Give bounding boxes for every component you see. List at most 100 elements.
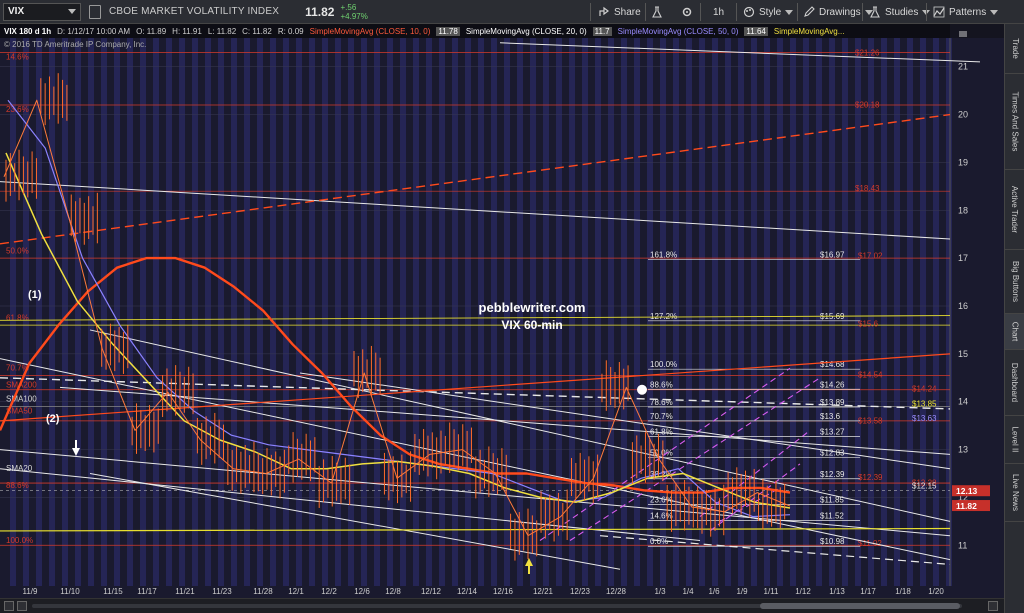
sma50-legend[interactable]: SimpleMovingAvg (CLOSE, 50, 0)	[618, 27, 739, 36]
x-axis-label: 11/17	[137, 587, 157, 596]
session-stripe	[296, 38, 302, 586]
retracement-percent: 100.0%	[650, 360, 677, 369]
tab-active-trader[interactable]: Active Trader	[1005, 170, 1024, 250]
x-axis-label: 12/23	[570, 587, 591, 596]
timeframe-label: 1h	[713, 6, 725, 18]
x-axis-label: 12/8	[385, 587, 401, 596]
right-fib-value: $12.39	[858, 473, 883, 482]
symbol-selector[interactable]: VIX	[3, 2, 81, 21]
left-fib-label: 61.8%	[6, 313, 29, 322]
tab-label: Active Trader	[1010, 185, 1020, 234]
price-chart[interactable]: 212019181716151413121111/9 11/10 11/15 11/1…	[0, 38, 1004, 598]
marker-dot	[637, 384, 647, 395]
session-stripe	[179, 38, 185, 586]
session-stripe	[244, 38, 250, 586]
x-axis-label: 12/14	[457, 587, 478, 596]
session-stripe	[166, 38, 172, 586]
left-fib-label: 100.0%	[6, 536, 33, 545]
sma20-right-value: $12.15	[912, 481, 937, 490]
session-stripe	[192, 38, 198, 586]
scrollbar-thumb[interactable]	[760, 603, 960, 609]
session-stripe	[270, 38, 276, 586]
tab-chart[interactable]: Chart	[1005, 314, 1024, 350]
retracement-value: $11.52	[820, 511, 844, 520]
session-stripe	[439, 38, 445, 586]
session-stripe	[400, 38, 406, 586]
session-stripe	[49, 38, 55, 586]
toolbar-divider	[645, 3, 646, 21]
style-button[interactable]: Style	[743, 0, 794, 24]
zoom-out-button[interactable]	[4, 601, 14, 611]
watermark-line-1: pebblewriter.com	[479, 300, 586, 315]
expand-button[interactable]	[988, 601, 998, 611]
bar-range: R: 0.09	[277, 26, 304, 36]
x-axis-label: 1/9	[736, 587, 748, 596]
zoom-in-button[interactable]	[17, 601, 27, 611]
sma-more-legend[interactable]: SimpleMovingAvg...	[774, 27, 845, 36]
studies-label: Studies	[885, 6, 919, 18]
session-stripe	[387, 38, 393, 586]
studies-button[interactable]: Studies	[869, 0, 931, 24]
watermark-line-2: VIX 60-min	[501, 318, 562, 332]
right-fib-value: $21.26	[855, 49, 880, 58]
tab-live-news[interactable]: Live News	[1005, 464, 1024, 522]
session-stripe	[374, 38, 380, 586]
x-axis-label: 1/12	[795, 587, 811, 596]
bar-high: H: 11.91	[172, 26, 202, 36]
y-axis-label: 17	[958, 253, 968, 263]
session-stripe	[465, 38, 471, 586]
percent-change: +4.97%	[340, 11, 368, 21]
tab-trade[interactable]: Trade	[1005, 24, 1024, 74]
settings-button[interactable]	[681, 0, 693, 24]
tab-times-and-sales[interactable]: Times And Sales	[1005, 74, 1024, 170]
tab-level-ii[interactable]: Level II	[1005, 416, 1024, 464]
session-stripe	[348, 38, 354, 586]
x-axis-label: 11/21	[175, 587, 195, 596]
session-stripe	[426, 38, 432, 586]
wave-label-2: (2)	[46, 413, 60, 425]
session-stripe	[920, 38, 926, 586]
studies-flask-button[interactable]	[651, 0, 663, 24]
session-stripe	[36, 38, 42, 586]
session-stripe	[933, 38, 939, 586]
session-stripe	[621, 38, 627, 586]
sma50-value: 11.64	[744, 26, 768, 36]
collapse-legend-icon[interactable]	[958, 26, 968, 37]
session-stripe	[309, 38, 315, 586]
current-price-tag: 11.82	[956, 501, 977, 511]
patterns-icon	[933, 6, 945, 18]
symbol-info-icon[interactable]	[89, 4, 101, 19]
y-axis-label: 19	[958, 157, 968, 167]
patterns-button[interactable]: Patterns	[933, 0, 999, 24]
toolbar-divider	[926, 3, 927, 21]
sma10-legend[interactable]: SimpleMovingAvg (CLOSE, 10, 0)	[310, 27, 431, 36]
chart-scrollbar-strip	[0, 598, 1004, 613]
tab-big-buttons[interactable]: Big Buttons	[1005, 250, 1024, 314]
session-stripe	[218, 38, 224, 586]
session-stripe	[608, 38, 614, 586]
tab-label: Trade	[1010, 38, 1020, 59]
thinkorswim-chart-window: VIX CBOE MARKET VOLATILITY INDEX 11.82 +…	[0, 0, 1024, 613]
tab-dashboard[interactable]: Dashboard	[1005, 350, 1024, 416]
toolbar-divider	[797, 3, 798, 21]
x-axis-label: 1/20	[928, 587, 944, 596]
share-button[interactable]: Share	[598, 0, 641, 24]
sma20-legend[interactable]: SimpleMovingAvg (CLOSE, 20, 0)	[466, 27, 587, 36]
session-stripe	[855, 38, 861, 586]
session-stripe	[231, 38, 237, 586]
session-stripe	[153, 38, 159, 586]
retracement-percent: 50.0%	[650, 449, 673, 458]
session-stripe	[881, 38, 887, 586]
x-axis-label: 11/10	[60, 587, 80, 596]
bar-low: L: 11.82	[207, 26, 237, 36]
bar-date: D: 1/12/17 10:00 AM	[57, 26, 131, 36]
right-fib-value: $18.43	[855, 184, 880, 193]
right-fib-value: $14.54	[858, 370, 883, 379]
right-fib-value: $15.6	[858, 320, 879, 329]
retracement-percent: 88.6%	[650, 380, 673, 389]
x-axis-label: 11/23	[212, 587, 232, 596]
x-axis-label: 12/12	[421, 587, 442, 596]
style-label: Style	[759, 6, 782, 18]
symbol-text: VIX	[8, 6, 25, 17]
timeframe-button[interactable]: 1h	[713, 0, 724, 24]
